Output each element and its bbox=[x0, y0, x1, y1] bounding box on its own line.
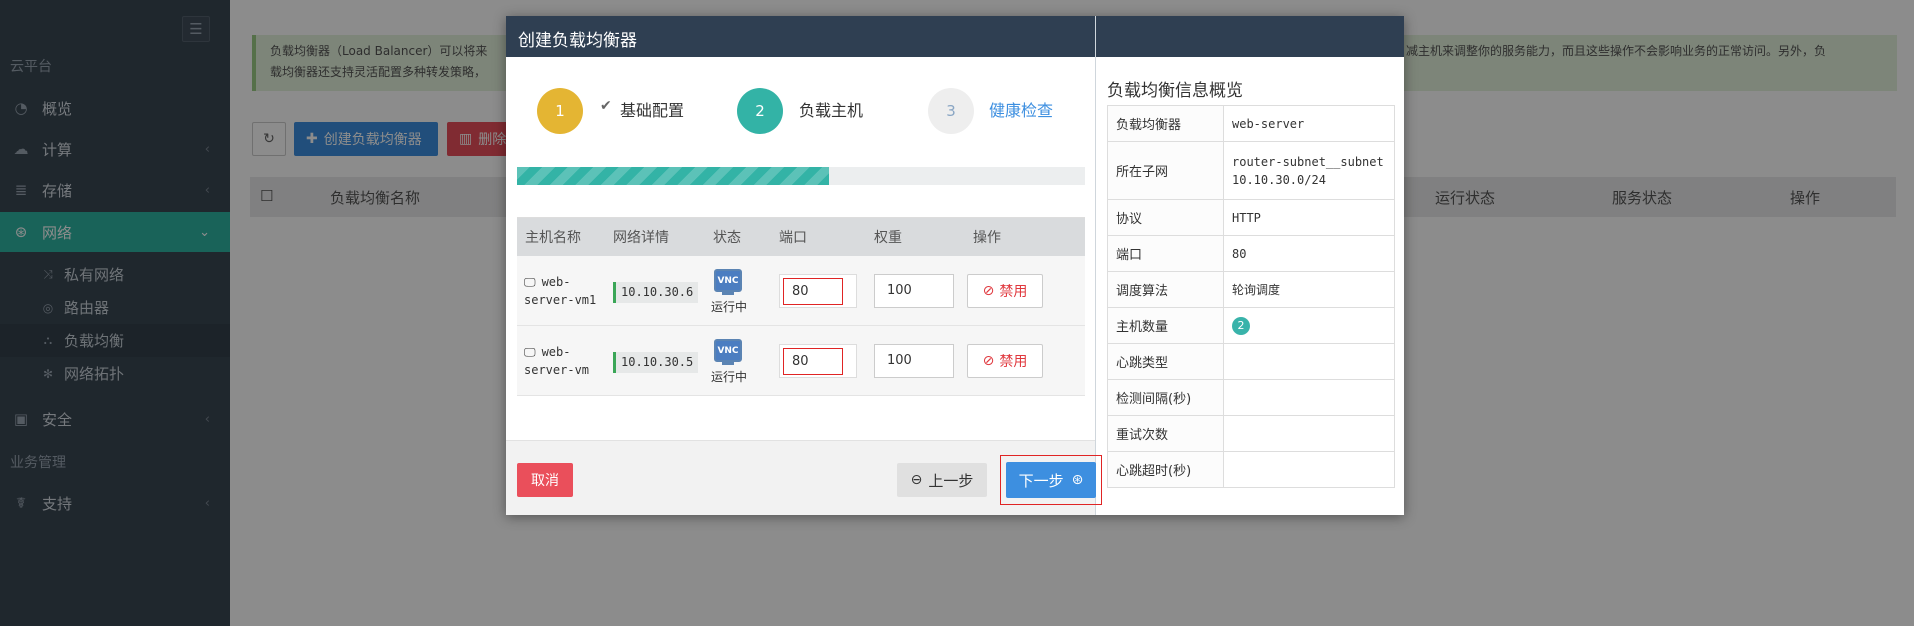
step-3-circle: 3 bbox=[928, 88, 974, 134]
summary-row: 重试次数 bbox=[1107, 415, 1395, 452]
summary-key: 主机数量 bbox=[1107, 307, 1224, 344]
summary-value: 轮询调度 bbox=[1223, 271, 1395, 308]
summary-key: 负载均衡器 bbox=[1107, 105, 1224, 142]
summary-value bbox=[1223, 379, 1395, 416]
wizard-progress-bar bbox=[517, 167, 1085, 185]
vnc-stand bbox=[722, 362, 734, 365]
host-name: 🖵 web- server-vm1 bbox=[524, 273, 596, 309]
summary-value bbox=[1223, 451, 1395, 488]
summary-key: 心跳类型 bbox=[1107, 343, 1224, 380]
vnc-icon[interactable]: VNC bbox=[714, 269, 742, 292]
summary-key: 端口 bbox=[1107, 235, 1224, 272]
modal-footer: 取消 ⊖ 上一步 下一步 ⊛ bbox=[506, 440, 1102, 515]
summary-key: 心跳超时(秒) bbox=[1107, 451, 1224, 488]
summary-key: 协议 bbox=[1107, 199, 1224, 236]
summary-key: 调度算法 bbox=[1107, 271, 1224, 308]
summary-value: 80 bbox=[1223, 235, 1395, 272]
col-weight: 权重 bbox=[874, 230, 902, 246]
summary-row: 端口 80 bbox=[1107, 235, 1395, 272]
host-name: 🖵 web- server-vm bbox=[524, 343, 589, 379]
next-step-button[interactable]: 下一步 ⊛ bbox=[1006, 462, 1096, 498]
host-name-part1: web- bbox=[541, 275, 571, 289]
modal-header: 创建负载均衡器 bbox=[506, 16, 1404, 57]
port-cell: 80 bbox=[779, 344, 857, 378]
col-port: 端口 bbox=[779, 230, 807, 246]
hosts-table-header: 主机名称 网络详情 状态 端口 权重 操作 bbox=[517, 218, 1085, 256]
host-name-part2: server-vm bbox=[524, 363, 590, 377]
port-input[interactable]: 80 bbox=[783, 348, 843, 375]
prev-step-label: 上一步 bbox=[928, 471, 974, 490]
port-cell: 80 bbox=[779, 274, 857, 308]
weight-input[interactable]: 100 bbox=[874, 274, 954, 308]
host-count-badge: 2 bbox=[1232, 316, 1250, 335]
step-3-label[interactable]: 健康检查 bbox=[989, 97, 1053, 121]
summary-key: 检测间隔(秒) bbox=[1107, 379, 1224, 416]
disable-label: 禁用 bbox=[999, 284, 1028, 300]
summary-value-2: 10.10.30.0/24 bbox=[1232, 172, 1326, 187]
summary-value bbox=[1223, 343, 1395, 380]
summary-table: 负载均衡器 web-server 所在子网 router-subnet__subne… bbox=[1107, 105, 1395, 488]
step-2-circle: 2 bbox=[737, 88, 783, 134]
disable-button[interactable]: ⊘ 禁用 bbox=[967, 274, 1043, 308]
check-icon: ✔ bbox=[600, 98, 612, 114]
summary-row: 所在子网 router-subnet__subnet 10.10.30.0/24 bbox=[1107, 141, 1395, 200]
monitor-icon: 🖵 bbox=[524, 345, 536, 359]
host-ip: 10.10.30.5 bbox=[613, 352, 699, 373]
summary-row: 调度算法 轮询调度 bbox=[1107, 271, 1395, 308]
prev-step-button[interactable]: ⊖ 上一步 bbox=[897, 463, 987, 497]
summary-row: 协议 HTTP bbox=[1107, 199, 1395, 236]
summary-title: 负载均衡信息概览 bbox=[1107, 81, 1243, 101]
summary-row: 心跳超时(秒) bbox=[1107, 451, 1395, 488]
port-input[interactable]: 80 bbox=[783, 278, 843, 305]
summary-row: 心跳类型 bbox=[1107, 343, 1395, 380]
disable-button[interactable]: ⊘ 禁用 bbox=[967, 344, 1043, 378]
next-step-highlight: 下一步 ⊛ bbox=[1000, 455, 1102, 505]
summary-row: 负载均衡器 web-server bbox=[1107, 105, 1395, 142]
host-ip: 10.10.30.6 bbox=[613, 282, 699, 303]
modal-divider bbox=[1095, 16, 1096, 515]
arrow-right-circle-icon: ⊛ bbox=[1071, 472, 1084, 488]
col-action: 操作 bbox=[973, 230, 1001, 246]
step-2-label: 负载主机 bbox=[799, 101, 864, 120]
cancel-button[interactable]: 取消 bbox=[517, 463, 573, 497]
vnc-icon[interactable]: VNC bbox=[714, 339, 742, 362]
summary-row: 主机数量 2 bbox=[1107, 307, 1395, 344]
host-status: 运行中 bbox=[711, 370, 748, 384]
arrow-left-circle-icon: ⊖ bbox=[910, 472, 923, 488]
create-lb-modal: 创建负载均衡器 1 ✔ 基础配置 2 负载主机 3 健康检查 主机名称 网络详情… bbox=[506, 16, 1404, 515]
progress-fill bbox=[517, 167, 830, 185]
summary-key: 重试次数 bbox=[1107, 415, 1224, 452]
weight-input[interactable]: 100 bbox=[874, 344, 954, 378]
host-row: 🖵 web- server-vm 10.10.30.5 VNC 运行中 80 10… bbox=[517, 326, 1085, 396]
host-row: 🖵 web- server-vm1 10.10.30.6 VNC 运行中 80 1… bbox=[517, 256, 1085, 326]
summary-value bbox=[1223, 415, 1395, 452]
host-status: 运行中 bbox=[711, 300, 748, 314]
col-host-name: 主机名称 bbox=[525, 230, 581, 246]
hosts-table: 主机名称 网络详情 状态 端口 权重 操作 🖵 web- server-vm1 1… bbox=[517, 217, 1085, 455]
summary-value: router-subnet__subnet bbox=[1232, 154, 1384, 169]
modal-title: 创建负载均衡器 bbox=[518, 31, 637, 51]
ban-icon: ⊘ bbox=[982, 353, 995, 369]
monitor-icon: 🖵 bbox=[524, 275, 536, 289]
summary-key: 所在子网 bbox=[1107, 141, 1224, 200]
ban-icon: ⊘ bbox=[982, 283, 995, 299]
summary-value: web-server bbox=[1223, 105, 1395, 142]
summary-row: 检测间隔(秒) bbox=[1107, 379, 1395, 416]
disable-label: 禁用 bbox=[999, 354, 1028, 370]
step-1-label: 基础配置 bbox=[620, 101, 685, 120]
summary-value: HTTP bbox=[1223, 199, 1395, 236]
col-status: 状态 bbox=[713, 230, 741, 246]
step-1-circle: 1 bbox=[537, 88, 583, 134]
col-network: 网络详情 bbox=[613, 230, 669, 246]
next-step-label: 下一步 bbox=[1018, 471, 1064, 490]
host-name-part2: server-vm1 bbox=[524, 293, 597, 307]
vnc-stand bbox=[722, 292, 734, 295]
host-name-part1: web- bbox=[541, 345, 571, 359]
